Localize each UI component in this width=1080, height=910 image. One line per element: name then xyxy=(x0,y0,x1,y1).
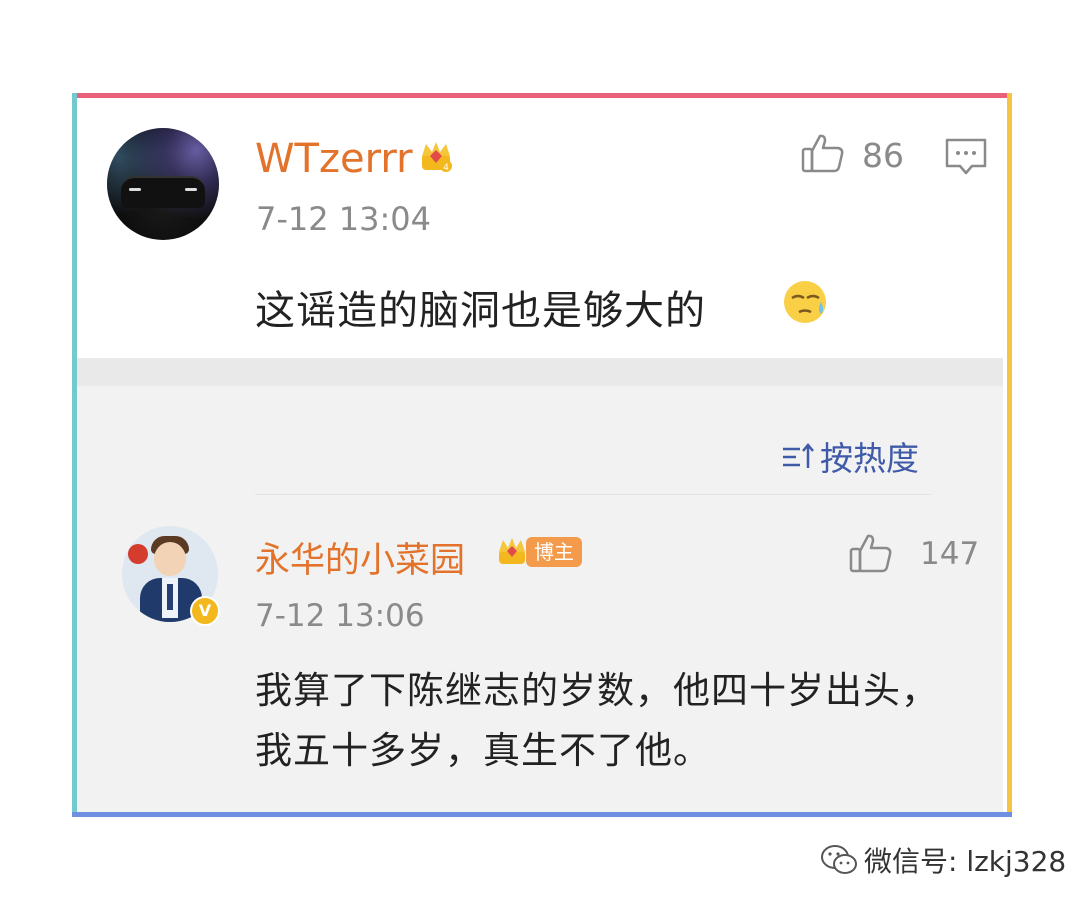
verified-v-icon: V xyxy=(190,596,220,626)
reply-like-count: 147 xyxy=(920,536,980,572)
sort-icon xyxy=(783,443,814,468)
reply-timestamp: 7-12 13:06 xyxy=(255,598,425,634)
crown-level-icon xyxy=(499,538,525,564)
wechat-icon xyxy=(821,845,857,874)
frame-border-right xyxy=(1007,93,1012,817)
watermark-text: 微信号: lzkj328 xyxy=(864,845,1067,878)
sort-by-hot-button[interactable]: 按热度 xyxy=(780,432,919,480)
sort-label: 按热度 xyxy=(820,439,919,478)
watermark: 微信号: lzkj328 xyxy=(820,840,1066,880)
svg-text:4: 4 xyxy=(443,163,449,173)
thumbs-up-icon[interactable] xyxy=(800,130,846,176)
sweat-face-emoji xyxy=(784,281,826,323)
crown-level-icon: 4 xyxy=(422,142,452,173)
comment-icon[interactable] xyxy=(944,137,988,177)
frame-border-bottom xyxy=(72,812,1012,817)
comment-username[interactable]: WTzerrr xyxy=(255,136,413,182)
reply-username[interactable]: 永华的小菜园 xyxy=(255,532,465,583)
car-image xyxy=(121,176,205,208)
comment-like-count: 86 xyxy=(862,136,904,175)
thumbs-up-icon[interactable] xyxy=(848,530,894,576)
badge-emblem xyxy=(128,544,148,564)
blogger-badge: 博主 xyxy=(526,537,582,567)
divider xyxy=(255,494,931,495)
comment-timestamp: 7-12 13:04 xyxy=(256,200,432,238)
section-divider xyxy=(77,358,1003,386)
avatar[interactable] xyxy=(107,128,219,240)
comment-text: 这谣造的脑洞也是够大的 xyxy=(255,288,706,334)
reply-text: 我算了下陈继志的岁数，他四十岁出头，我五十多岁，真生不了他。 xyxy=(255,669,939,772)
